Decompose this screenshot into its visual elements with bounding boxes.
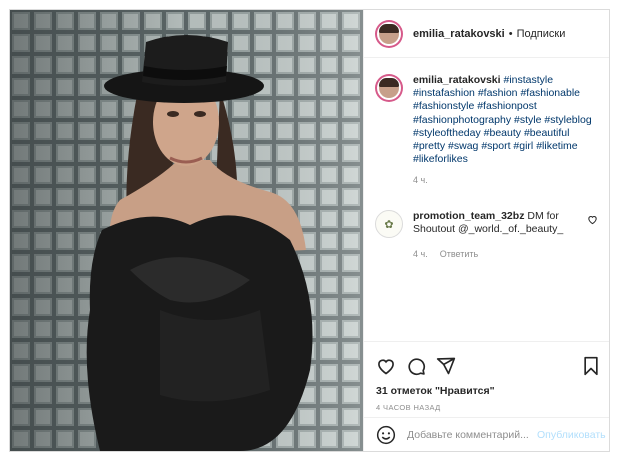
hashtag-link[interactable]: #instafashion — [413, 87, 475, 99]
comment-meta: 4 ч. Ответить — [413, 248, 578, 261]
hashtag-link[interactable]: #fashionable — [520, 87, 580, 99]
post-photo[interactable] — [10, 10, 363, 451]
heart-small-icon[interactable] — [587, 214, 598, 225]
hashtag-link[interactable]: #fashion — [478, 87, 518, 99]
commenter-username[interactable]: promotion_team_32bz — [413, 210, 524, 222]
post-caption: emilia_ratakovski #instastyle #instafash… — [375, 74, 601, 188]
author-avatar[interactable] — [375, 19, 403, 48]
post-comment-button[interactable]: Опубликовать — [537, 429, 606, 441]
hashtag-link[interactable]: #likeforlikes — [413, 153, 468, 165]
heart-icon[interactable] — [376, 356, 396, 376]
hashtag-link[interactable]: #beautiful — [524, 127, 570, 139]
commenter-avatar[interactable]: ✿ — [375, 210, 403, 238]
post-window: emilia_ratakovski • Подписки emilia_rata… — [9, 9, 610, 452]
actions-section: 31 отметок "Нравится" 4 ЧАСОВ НАЗАД Доба… — [364, 341, 609, 451]
hashtag-link[interactable]: #sport — [481, 140, 510, 152]
comment-time[interactable]: 4 ч. — [413, 248, 428, 261]
hashtag-link[interactable]: #style — [514, 114, 541, 126]
bookmark-icon[interactable] — [582, 356, 600, 376]
hashtag-link[interactable]: #styleoftheday — [413, 127, 481, 139]
caption-avatar[interactable] — [375, 74, 403, 102]
hashtag-link[interactable]: #pretty — [413, 140, 445, 152]
caption-time[interactable]: 4 ч. — [413, 174, 601, 187]
post-header: emilia_ratakovski • Подписки — [364, 10, 609, 58]
comment-item: ✿ promotion_team_32bz DM for Shoutout @_… — [375, 210, 601, 262]
author-username[interactable]: emilia_ratakovski — [413, 28, 505, 40]
caption-username[interactable]: emilia_ratakovski — [413, 74, 501, 86]
hashtag-link[interactable]: #styleblog — [544, 114, 591, 126]
following-button[interactable]: Подписки — [517, 28, 566, 40]
comment-input[interactable]: Добавьте комментарий... — [407, 429, 533, 441]
hashtag-link[interactable]: #fashionphotography — [413, 114, 511, 126]
hashtag-link[interactable]: #fashionstyle — [413, 100, 474, 112]
likes-count[interactable]: 31 отметок "Нравится" — [376, 385, 495, 397]
emoji-icon[interactable] — [376, 425, 396, 445]
caption-hashtags: #instastyle #instafashion #fashion #fash… — [413, 74, 592, 165]
separator-dot: • — [508, 27, 513, 40]
hashtag-link[interactable]: #liketime — [536, 140, 577, 152]
action-icons — [376, 356, 456, 376]
add-comment-bar: Добавьте комментарий... Опубликовать — [364, 417, 609, 451]
comment-text: promotion_team_32bz DM for Shoutout @_wo… — [413, 210, 578, 262]
photo-image — [10, 10, 363, 451]
post-panel: emilia_ratakovski • Подписки emilia_rata… — [363, 10, 609, 451]
hashtag-link[interactable]: #swag — [448, 140, 478, 152]
reply-button[interactable]: Ответить — [440, 248, 478, 261]
caption-text: emilia_ratakovski #instastyle #instafash… — [413, 74, 601, 188]
hashtag-link[interactable]: #instastyle — [503, 74, 553, 86]
comment-icon[interactable] — [406, 356, 426, 376]
post-time-ago[interactable]: 4 ЧАСОВ НАЗАД — [376, 403, 441, 412]
hashtag-link[interactable]: #fashionpost — [477, 100, 537, 112]
hashtag-link[interactable]: #girl — [513, 140, 533, 152]
hashtag-link[interactable]: #beauty — [484, 127, 521, 139]
share-icon[interactable] — [436, 356, 456, 376]
